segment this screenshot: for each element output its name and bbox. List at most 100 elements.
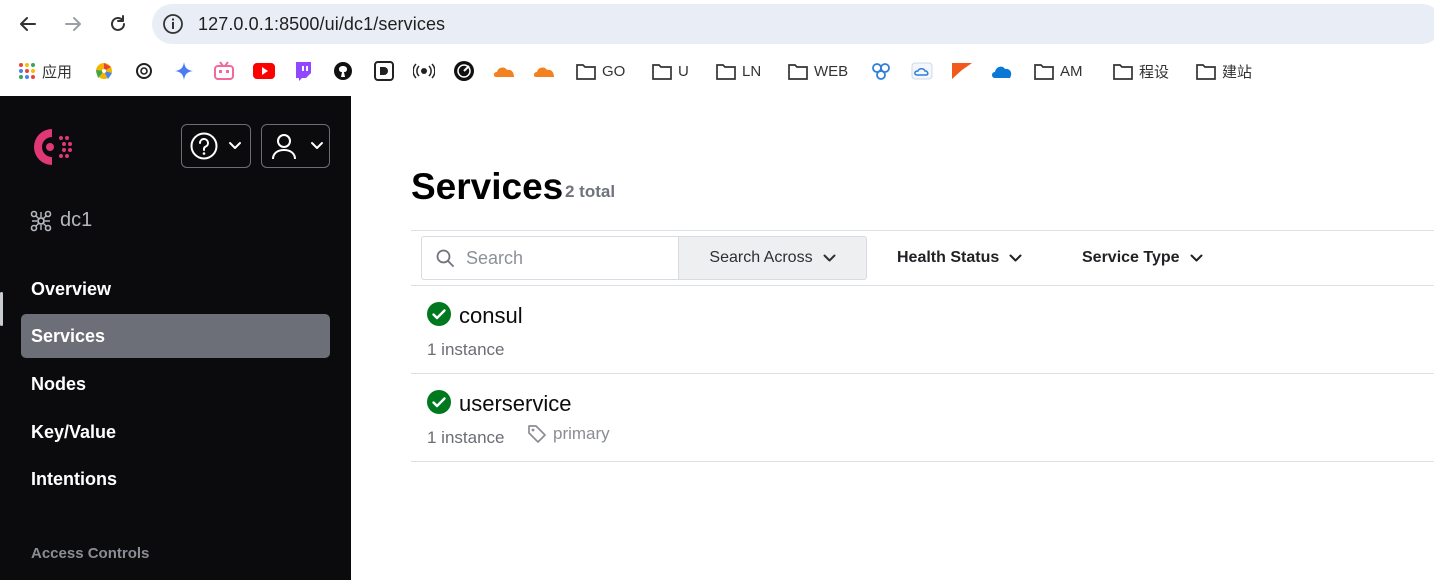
nav-section-access-controls: Access Controls xyxy=(31,545,150,562)
broadcast-icon xyxy=(413,63,435,79)
chevron-down-icon xyxy=(1190,254,1203,261)
passing-check-icon xyxy=(427,302,451,326)
bookmark-folder-go[interactable]: GO xyxy=(576,56,625,86)
site-info-icon[interactable] xyxy=(162,13,184,35)
bookmark-pinwheel[interactable] xyxy=(94,56,114,86)
help-icon xyxy=(190,132,218,160)
nav-keyvalue-label: Key/Value xyxy=(31,421,117,442)
cloud-drive-icon xyxy=(911,62,933,80)
search-across-dropdown[interactable]: Search Across xyxy=(678,236,867,280)
bookmark-cluster[interactable] xyxy=(871,56,891,86)
forward-arrow-icon xyxy=(65,17,81,31)
bookmark-cloudflare-1[interactable] xyxy=(492,56,516,86)
search-input[interactable] xyxy=(466,247,666,269)
onedrive-icon xyxy=(992,66,1012,78)
bookmark-onedrive[interactable] xyxy=(990,56,1014,86)
browser-toolbar: 127.0.0.1:8500/ui/dc1/services 应用 GO U L… xyxy=(0,0,1434,96)
address-bar[interactable]: 127.0.0.1:8500/ui/dc1/services xyxy=(152,4,1434,44)
bookmark-folder-jianzhan-label: 建站 xyxy=(1222,63,1253,81)
instance-count: 1 instance xyxy=(427,428,505,447)
search-icon xyxy=(436,249,454,267)
main-content: Services 2 total Search Across Health St… xyxy=(351,96,1434,580)
bookmark-folder-ln-label: LN xyxy=(742,62,762,80)
service-row-userservice[interactable]: userservice 1 instance primary xyxy=(411,374,1434,462)
folder-icon xyxy=(788,63,808,80)
scroll-indicator xyxy=(0,292,3,326)
page-title: Services xyxy=(411,166,564,207)
bookmark-github[interactable] xyxy=(333,56,353,86)
tag-icon xyxy=(528,425,546,443)
health-status-dropdown[interactable]: Health Status xyxy=(897,236,1022,280)
github-icon xyxy=(334,62,352,80)
help-menu-button[interactable] xyxy=(181,124,251,168)
back-button[interactable] xyxy=(14,10,42,38)
sidebar: dc1 Overview Services Nodes Key/Value In… xyxy=(0,96,351,580)
service-type-dropdown[interactable]: Service Type xyxy=(1082,236,1203,280)
bookmark-folder-u[interactable]: U xyxy=(652,56,689,86)
pinwheel-icon xyxy=(96,63,112,79)
bookmark-twitch[interactable] xyxy=(293,56,313,86)
service-row-consul[interactable]: consul 1 instance xyxy=(411,286,1434,374)
bookmark-apps-label: 应用 xyxy=(42,63,73,81)
bookmark-d-app[interactable] xyxy=(374,56,394,86)
bookmark-cloudflare-2[interactable] xyxy=(532,56,556,86)
filter-bar: Search Across Health Status Service Type xyxy=(411,230,1434,286)
nav-services-label: Services xyxy=(31,325,106,346)
user-icon xyxy=(272,134,296,160)
youtube-icon xyxy=(253,63,275,79)
nav-overview[interactable]: Overview xyxy=(21,267,330,311)
service-name[interactable]: consul xyxy=(459,303,523,329)
bookmark-bilibili[interactable] xyxy=(213,56,235,86)
reload-button[interactable] xyxy=(104,10,132,38)
bookmark-folder-am[interactable]: AM xyxy=(1034,56,1083,86)
bookmark-cloud-drive[interactable] xyxy=(911,56,933,86)
bookmark-folder-chengshe[interactable]: 程设 xyxy=(1113,56,1169,86)
service-name[interactable]: userservice xyxy=(459,391,571,417)
bookmark-apps[interactable]: 应用 xyxy=(18,56,72,86)
service-type-label: Service Type xyxy=(1082,249,1180,266)
user-menu-button[interactable] xyxy=(261,124,330,168)
search-field[interactable] xyxy=(421,236,678,280)
bookmark-gemini[interactable] xyxy=(174,56,194,86)
service-tag-label: primary xyxy=(553,424,610,443)
folder-icon xyxy=(1113,63,1133,80)
bookmark-openai[interactable] xyxy=(134,56,154,86)
orange-flag-icon xyxy=(952,63,972,79)
nav-nodes[interactable]: Nodes xyxy=(21,362,330,406)
bookmark-folder-ln[interactable]: LN xyxy=(716,56,761,86)
nav-overview-label: Overview xyxy=(31,278,112,299)
health-status-label: Health Status xyxy=(897,249,1000,266)
nav-intentions[interactable]: Intentions xyxy=(21,457,330,501)
chevron-down-icon xyxy=(1009,254,1022,261)
nav-nodes-label: Nodes xyxy=(31,373,87,394)
cloudflare-icon xyxy=(533,67,554,77)
nav-services[interactable]: Services xyxy=(21,314,330,358)
consul-logo-icon[interactable] xyxy=(26,124,76,170)
url-text[interactable]: 127.0.0.1:8500/ui/dc1/services xyxy=(198,14,445,35)
gauge-icon xyxy=(454,61,474,81)
datacenter-name: dc1 xyxy=(60,209,93,231)
folder-icon xyxy=(716,63,736,80)
search-across-label: Search Across xyxy=(709,249,813,266)
bookmark-orange-flag[interactable] xyxy=(951,56,973,86)
datacenter-selector[interactable]: dc1 xyxy=(30,209,92,232)
bookmark-gauge[interactable] xyxy=(453,56,475,86)
chevron-down-icon xyxy=(229,142,241,149)
bookmark-folder-web-label: WEB xyxy=(814,62,849,80)
passing-check-icon xyxy=(427,390,451,414)
bookmark-broadcast[interactable] xyxy=(413,56,435,86)
service-tag: primary xyxy=(527,424,610,444)
nav-intentions-label: Intentions xyxy=(31,468,117,489)
bookmark-folder-jianzhan[interactable]: 建站 xyxy=(1196,56,1252,86)
back-arrow-icon xyxy=(20,17,36,31)
datacenter-icon xyxy=(30,210,52,231)
bookmark-folder-web[interactable]: WEB xyxy=(788,56,848,86)
bookmark-folder-am-label: AM xyxy=(1060,62,1083,80)
chevron-down-icon xyxy=(823,254,836,261)
forward-button[interactable] xyxy=(59,10,87,38)
bilibili-tv-icon xyxy=(214,61,234,80)
cluster-icon xyxy=(872,63,890,80)
bookmark-youtube[interactable] xyxy=(253,56,275,86)
reload-icon xyxy=(111,15,125,31)
nav-keyvalue[interactable]: Key/Value xyxy=(21,410,330,454)
